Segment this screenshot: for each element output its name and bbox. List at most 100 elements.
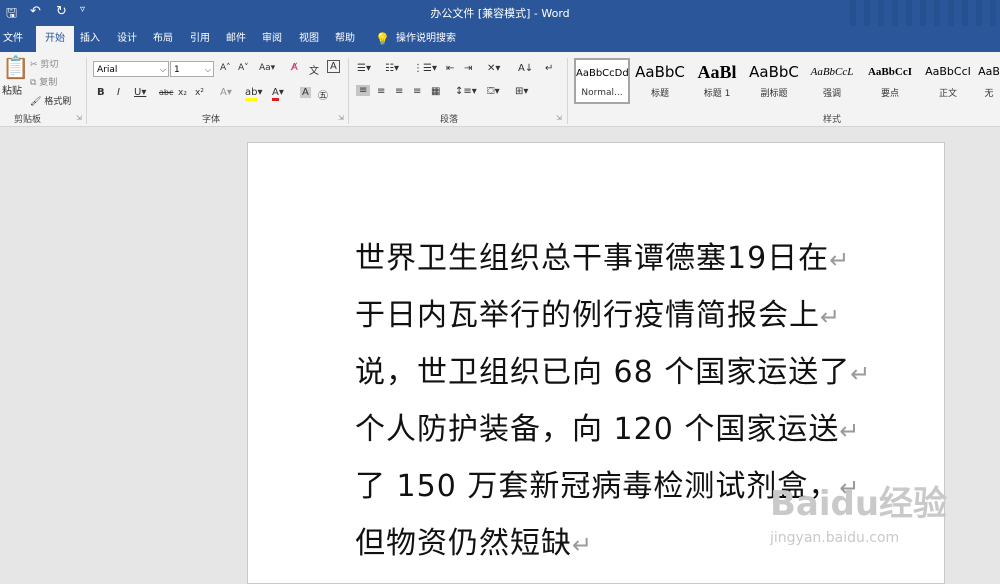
- style-name: 正文: [938, 89, 957, 99]
- highlight-icon[interactable]: ab▾: [245, 87, 263, 101]
- tab-references[interactable]: 引用: [190, 26, 210, 52]
- font-color-icon[interactable]: A▾: [272, 87, 284, 101]
- multilevel-list-icon[interactable]: ⋮☰▾: [413, 63, 437, 74]
- tab-home[interactable]: 开始: [36, 26, 74, 52]
- align-left-icon[interactable]: ≡: [356, 85, 371, 96]
- font-name-value: Arial: [97, 65, 118, 75]
- enclosed-character-icon[interactable]: ㊄: [318, 87, 328, 102]
- styles-group-label: 样式: [823, 115, 842, 125]
- window-title: 办公文件 [兼容模式] - Word: [430, 7, 570, 20]
- tab-review[interactable]: 审阅: [262, 26, 282, 52]
- style-emphasis[interactable]: AaBbCcL 强调: [804, 58, 860, 104]
- tab-help[interactable]: 帮助: [335, 26, 355, 52]
- show-marks-icon[interactable]: ↵: [545, 63, 553, 74]
- justify-icon[interactable]: ≡: [413, 86, 421, 97]
- phonetic-guide-icon[interactable]: 文: [309, 62, 319, 77]
- shading-icon[interactable]: ⛋▾: [487, 86, 500, 97]
- cut-label: 剪切: [40, 60, 59, 70]
- underline-icon[interactable]: U▾: [134, 87, 146, 98]
- style-body[interactable]: AaBbCcI 正文: [920, 58, 976, 104]
- text-effects-icon[interactable]: A▾: [220, 87, 232, 98]
- format-painter-label: 格式刷: [44, 97, 72, 107]
- tab-design[interactable]: 设计: [117, 26, 137, 52]
- paragraph-mark-icon: ↵: [829, 246, 851, 274]
- copy-label: 复制: [39, 78, 58, 88]
- style-no-spacing[interactable]: AaB 无: [978, 58, 1000, 104]
- style-name: 副标题: [760, 89, 788, 99]
- text-line[interactable]: 个人防护装备，向 120 个国家运送↵: [355, 402, 875, 459]
- distributed-icon[interactable]: ▦: [431, 86, 440, 97]
- divider: [567, 58, 568, 124]
- style-sample: AaBl: [697, 62, 737, 82]
- tab-view[interactable]: 视图: [299, 26, 319, 52]
- tab-mailings[interactable]: 邮件: [226, 26, 246, 52]
- paragraph-mark-icon: ↵: [839, 417, 861, 445]
- strikethrough-icon[interactable]: abc: [159, 88, 173, 97]
- shrink-font-icon[interactable]: A˅: [238, 63, 249, 73]
- character-shading-icon[interactable]: A: [300, 87, 311, 98]
- style-sample: AaBbCcDd: [576, 68, 628, 79]
- copy-button[interactable]: ⧉ 复制: [30, 75, 57, 88]
- italic-icon[interactable]: I: [117, 87, 120, 98]
- font-name-select[interactable]: Arial ⌵: [93, 61, 169, 77]
- font-group-label: 字体: [202, 115, 221, 125]
- line-text: 说，世卫组织已向 68 个国家运送了: [355, 355, 851, 390]
- bold-icon[interactable]: B: [97, 87, 105, 98]
- style-subtitle[interactable]: AaBbC 副标题: [746, 58, 802, 104]
- style-name: 标题: [650, 89, 669, 99]
- style-sample: AaBbCcI: [867, 66, 912, 78]
- borders-icon[interactable]: ⊞▾: [515, 86, 528, 97]
- watermark: Baidu经验 jingyan.baidu.com: [770, 468, 970, 552]
- tab-file[interactable]: 文件: [3, 26, 23, 52]
- ribbon-tabs: 文件 开始 插入 设计 布局 引用 邮件 审阅 视图 帮助 💡 操作说明搜索: [0, 26, 1000, 52]
- chinese-layout-icon[interactable]: ✕▾: [487, 63, 500, 74]
- text-line[interactable]: 说，世卫组织已向 68 个国家运送了↵: [355, 345, 875, 402]
- line-text: 世界卫生组织总干事谭德塞19日在: [355, 241, 830, 276]
- divider: [86, 58, 87, 124]
- superscript-icon[interactable]: x²: [195, 88, 204, 98]
- paste-button[interactable]: 粘贴: [2, 82, 22, 97]
- format-painter-button[interactable]: 🖌 格式刷: [30, 94, 71, 107]
- align-center-icon[interactable]: ≡: [377, 86, 385, 97]
- lightbulb-icon: 💡: [375, 32, 390, 46]
- style-strong[interactable]: AaBbCcI 要点: [862, 58, 918, 104]
- style-sample: AaB: [978, 65, 1000, 78]
- clear-formatting-icon[interactable]: A̸: [291, 62, 298, 73]
- grow-font-icon[interactable]: A˄: [220, 63, 231, 73]
- decrease-indent-icon[interactable]: ⇤: [446, 63, 454, 74]
- character-border-icon[interactable]: A: [327, 60, 340, 73]
- subscript-icon[interactable]: x₂: [178, 88, 187, 98]
- style-heading[interactable]: AaBbC 标题: [632, 58, 688, 104]
- align-right-icon[interactable]: ≡: [395, 86, 403, 97]
- style-sample: AaBbC: [749, 63, 799, 81]
- text-line[interactable]: 世界卫生组织总干事谭德塞19日在↵: [355, 231, 875, 288]
- line-spacing-icon[interactable]: ↕≡▾: [455, 86, 477, 97]
- cut-button[interactable]: ✂ 剪切: [30, 57, 58, 70]
- paragraph-group-label: 段落: [440, 115, 459, 125]
- chevron-down-icon: ⌵: [204, 65, 211, 74]
- style-name: 强调: [822, 89, 841, 99]
- font-launcher-icon[interactable]: ⇲: [338, 114, 344, 122]
- chevron-down-icon: ⌵: [159, 65, 166, 74]
- numbering-icon[interactable]: ☷▾: [385, 63, 399, 74]
- line-text: 于日内瓦举行的例行疫情简报会上: [355, 298, 820, 333]
- style-sample: AaBbC: [635, 63, 685, 81]
- increase-indent-icon[interactable]: ⇥: [464, 63, 472, 74]
- text-line[interactable]: 于日内瓦举行的例行疫情简报会上↵: [355, 288, 875, 345]
- sort-icon[interactable]: A↓: [518, 63, 533, 74]
- style-heading-1[interactable]: AaBl 标题 1: [689, 58, 745, 104]
- font-size-select[interactable]: 1 ⌵: [170, 61, 214, 77]
- tell-me-search[interactable]: 操作说明搜索: [396, 26, 456, 52]
- paragraph-launcher-icon[interactable]: ⇲: [556, 114, 562, 122]
- watermark-brand: Baidu经验: [770, 484, 948, 524]
- style-normal[interactable]: AaBbCcDd Normal...: [574, 58, 630, 104]
- change-case-icon[interactable]: Aa▾: [259, 63, 275, 73]
- paste-icon[interactable]: 📋: [2, 56, 29, 81]
- tab-layout[interactable]: 布局: [153, 26, 173, 52]
- ribbon: 📋 粘贴 ✂ 剪切 ⧉ 复制 🖌 格式刷 剪贴板 ⇲ Arial ⌵ 1 ⌵ A˄ …: [0, 52, 1000, 127]
- clipboard-launcher-icon[interactable]: ⇲: [76, 114, 82, 122]
- bullets-icon[interactable]: ☰▾: [357, 63, 371, 74]
- tab-insert[interactable]: 插入: [80, 26, 100, 52]
- font-size-value: 1: [174, 65, 180, 75]
- style-name: 要点: [880, 89, 899, 99]
